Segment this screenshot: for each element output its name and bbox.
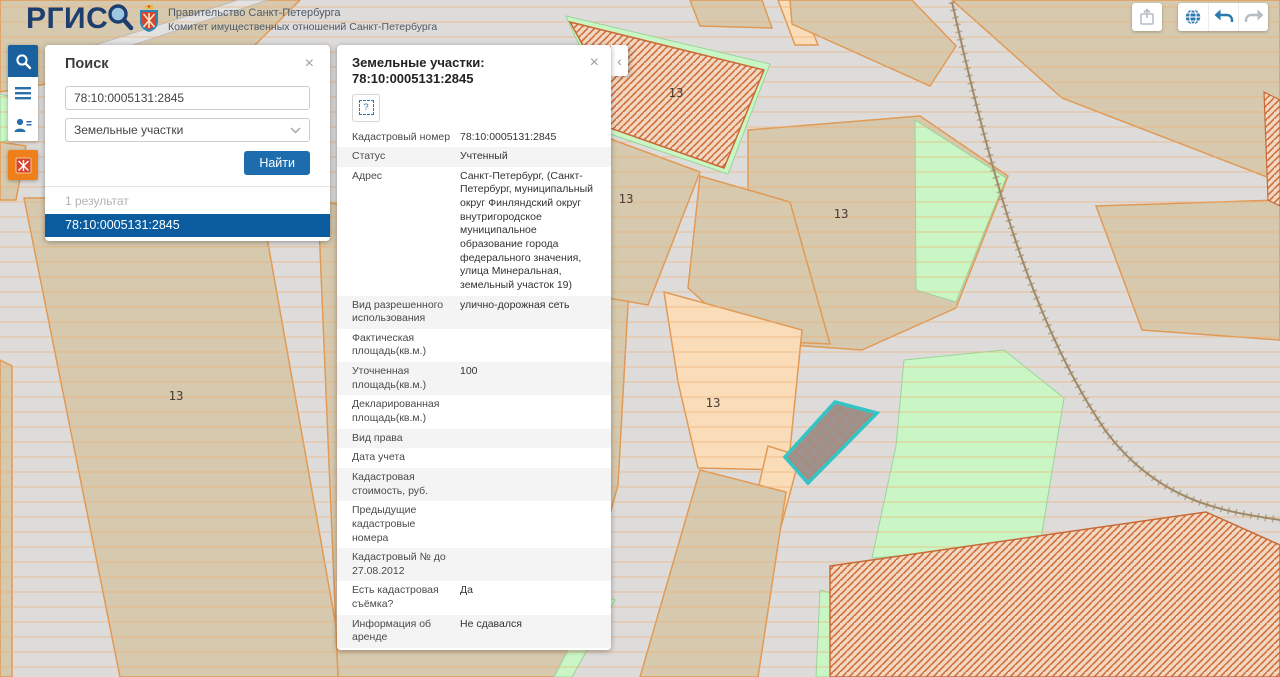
- table-row: Фактическая площадь(кв.м.): [337, 329, 611, 362]
- logo-magnifier-icon: [104, 1, 136, 33]
- search-icon: [15, 53, 32, 70]
- chevron-down-icon: [290, 127, 301, 134]
- export-button[interactable]: [1132, 3, 1162, 31]
- info-panel-title: Земельные участки: 78:10:0005131:2845: [352, 55, 590, 88]
- government-line2: Комитет имущественных отношений Санкт-Пе…: [168, 21, 437, 33]
- redo-icon: [1244, 9, 1264, 25]
- table-row: Кадастровый № до 27.08.2012: [337, 548, 611, 581]
- attribute-label: Дата учета: [337, 450, 458, 466]
- table-row: АдресСанкт-Петербург, (Санкт-Петербург, …: [337, 167, 611, 296]
- table-row: Уточненная площадь(кв.м.)100: [337, 362, 611, 395]
- attribute-label: Декларированная площадь(кв.м.): [337, 397, 458, 426]
- attribute-value: [458, 331, 611, 360]
- parcel-label: 13: [168, 388, 183, 403]
- search-category-select[interactable]: Земельные участки: [65, 118, 310, 142]
- spb-emblem-icon: [15, 157, 32, 174]
- question-icon: ?: [359, 100, 374, 115]
- attribute-label: Адрес: [337, 169, 458, 294]
- export-icon: [1139, 8, 1155, 26]
- attribute-label: Предыдущие кадастровые номера: [337, 503, 458, 546]
- attribute-label: Вид разрешенного использования: [337, 298, 458, 327]
- table-row: Информация об арендеНе сдавался: [337, 615, 611, 648]
- table-row: Дата учета: [337, 448, 611, 468]
- table-row: Предыдущие кадастровые номера: [337, 501, 611, 548]
- attribute-label: Кадастровая стоимость, руб.: [337, 470, 458, 499]
- attribute-value: [458, 397, 611, 426]
- government-header: Правительство Санкт-Петербурга Комитет и…: [138, 5, 437, 33]
- undo-icon: [1214, 9, 1234, 25]
- search-input[interactable]: [65, 86, 310, 110]
- attribute-label: Информация об аренде: [337, 617, 458, 646]
- sidebar-user-button[interactable]: [8, 109, 38, 141]
- top-toolbar: [1132, 3, 1268, 31]
- search-panel-divider: [45, 186, 330, 187]
- globe-icon: [1184, 8, 1202, 26]
- spb-coat-of-arms-icon: [138, 5, 160, 33]
- parcel-attributes-table: Кадастровый номер78:10:0005131:2845Стату…: [337, 128, 611, 651]
- search-panel-close-icon[interactable]: ×: [305, 56, 314, 72]
- attribute-label: Кадастровый № до 27.08.2012: [337, 550, 458, 579]
- results-count: 1 результат: [65, 194, 310, 208]
- map-history-toolbar: [1178, 3, 1268, 31]
- attribute-label: Кадастровый номер: [337, 130, 458, 146]
- parcel-label: 13: [833, 206, 848, 221]
- government-line1: Правительство Санкт-Петербурга: [168, 7, 437, 19]
- attribute-value: [458, 450, 611, 466]
- sidebar-spb-emblem-button[interactable]: [8, 150, 38, 180]
- app-logo: РГИС: [26, 2, 136, 36]
- attribute-value: Учтенный: [458, 149, 611, 165]
- attribute-value: [458, 470, 611, 499]
- attribute-label: Статус: [337, 149, 458, 165]
- logo-text: РГИС: [26, 2, 108, 36]
- search-panel-title: Поиск: [65, 56, 109, 72]
- identify-help-button[interactable]: ?: [352, 94, 380, 122]
- parcel-label: 13: [705, 395, 720, 410]
- search-category-value: Земельные участки: [74, 123, 183, 137]
- menu-icon: [15, 87, 31, 100]
- attribute-value: Да: [458, 583, 611, 612]
- search-panel: Поиск × Земельные участки Найти 1 резуль…: [45, 45, 330, 241]
- parcel-info-panel: Земельные участки: 78:10:0005131:2845 × …: [337, 45, 611, 650]
- attribute-label: Есть кадастровая съёмка?: [337, 583, 458, 612]
- panel-collapse-button[interactable]: ‹: [611, 45, 628, 76]
- parcel-label: 13: [668, 85, 683, 100]
- table-row: Есть кадастровая съёмка?Да: [337, 581, 611, 614]
- user-list-icon: [14, 118, 32, 133]
- table-row: СтатусУчтенный: [337, 147, 611, 167]
- table-row: Кадастровая стоимость, руб.: [337, 468, 611, 501]
- attribute-value: [458, 550, 611, 579]
- rgis-app: 13 13 13 13 13 РГИС Правительство Санкт-Пете…: [0, 0, 1280, 677]
- attribute-value: Санкт-Петербург, (Санкт-Петербург, муниц…: [458, 169, 611, 294]
- attribute-label: Вид права: [337, 431, 458, 447]
- globe-button[interactable]: [1178, 3, 1208, 31]
- attribute-value: Не сдавался: [458, 617, 611, 646]
- left-toolbar: [8, 45, 38, 141]
- info-panel-close-icon[interactable]: ×: [590, 55, 599, 71]
- chevron-left-icon: ‹: [617, 53, 622, 69]
- table-row: Вид разрешенного использованияулично-дор…: [337, 296, 611, 329]
- table-row: Кадастровый номер78:10:0005131:2845: [337, 128, 611, 148]
- sidebar-search-button[interactable]: [8, 45, 38, 77]
- table-row: Декларированная площадь(кв.м.): [337, 395, 611, 428]
- redo-button[interactable]: [1238, 3, 1268, 31]
- find-button[interactable]: Найти: [244, 151, 310, 175]
- sidebar-layers-button[interactable]: [8, 77, 38, 109]
- search-result-item[interactable]: 78:10:0005131:2845: [45, 214, 330, 237]
- attribute-label: Уточненная площадь(кв.м.): [337, 364, 458, 393]
- attribute-label: Фактическая площадь(кв.м.): [337, 331, 458, 360]
- attribute-value: улично-дорожная сеть: [458, 298, 611, 327]
- attribute-value: [458, 431, 611, 447]
- undo-button[interactable]: [1208, 3, 1238, 31]
- attribute-value: 78:10:0005131:2845: [458, 130, 611, 146]
- parcel-label: 13: [618, 191, 633, 206]
- table-row: Вид права: [337, 429, 611, 449]
- attribute-value: [458, 503, 611, 546]
- attribute-value: 100: [458, 364, 611, 393]
